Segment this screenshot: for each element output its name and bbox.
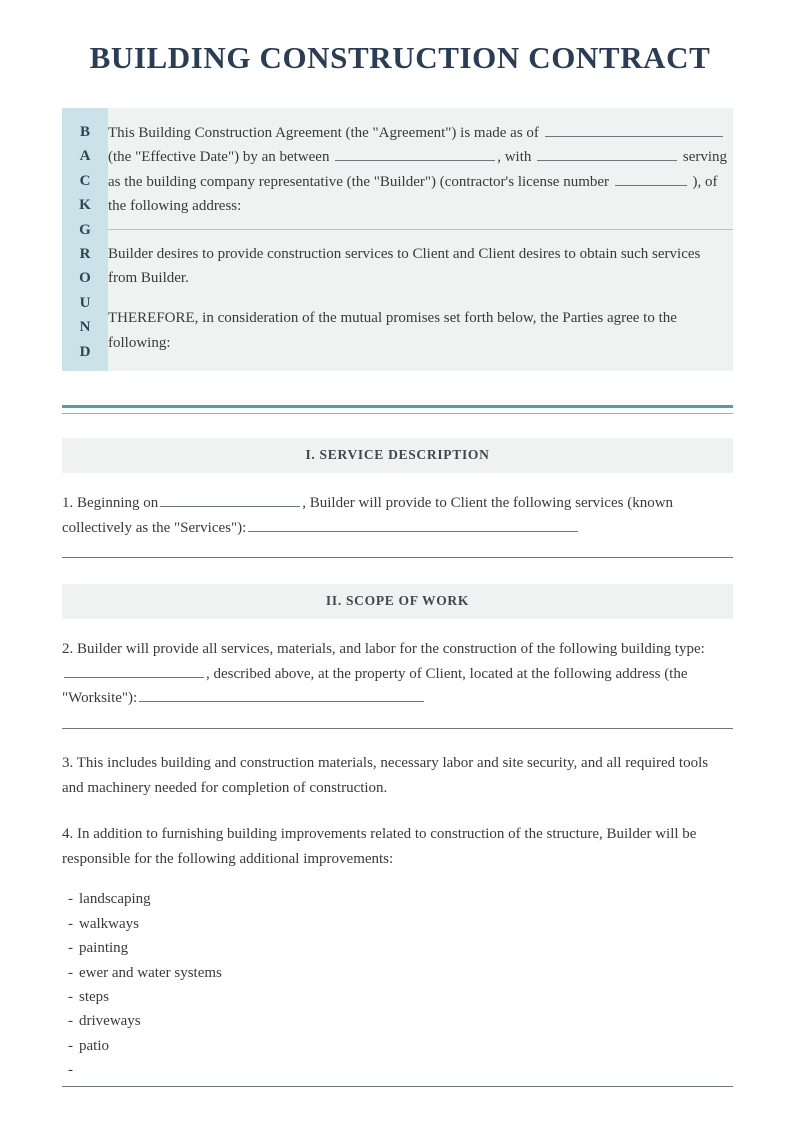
list-item-label: ewer and water systems [79,964,222,981]
bg-p1-seg4: with [504,149,532,166]
background-label-letter: O [79,270,91,287]
services-description-blank[interactable] [248,517,579,532]
bg-p1-seg2: (the "Effective Date") by an between [108,149,330,166]
list-dash-icon: - [68,964,73,981]
start-date-blank[interactable] [160,492,301,507]
list-item-label: painting [79,940,129,957]
list-item-label: driveways [79,1013,141,1030]
list-item: - steps [62,985,733,1009]
list-item-empty: - [62,1058,733,1082]
bg-p1-seg6: "Builder") (contractor's license number [373,173,610,190]
improvements-list: - landscaping - walkways - painting - ewer a… [62,887,733,1082]
representative-name-blank[interactable] [537,146,678,162]
clause-4: 4. In addition to furnishing building im… [62,826,697,867]
list-item-label: steps [79,988,109,1005]
background-label-letter: N [79,319,91,336]
list-dash-icon: - [68,891,73,908]
page-title: BUILDING CONSTRUCTION CONTRACT [89,40,711,75]
background-label-letter: C [79,172,91,189]
teal-divider [62,405,733,419]
list-dash-icon: - [68,988,73,1005]
background-label-letter: B [79,124,90,140]
list-item-label: landscaping [79,891,151,908]
list-item: - walkways [62,912,733,936]
clause-2-seg1: 2. Builder will provide all services, ma… [62,641,705,658]
background-body: This Building Construction Agreement (th… [108,108,733,371]
clause-3: 3. This includes building and constructi… [62,754,709,796]
section-heading-scope-of-work: II. SCOPE OF WORK [62,584,733,620]
list-dash-icon: - [68,1037,73,1054]
background-label-letter: R [79,246,91,263]
list-item: - painting [62,936,733,960]
teal-divider-thick-line [62,405,733,408]
list-item: - driveways [62,1009,733,1033]
background-paragraph-3: THEREFORE, in consideration of the mutua… [108,310,677,351]
client-name-blank[interactable] [335,146,496,162]
section-heading-service-description: I. SERVICE DESCRIPTION [62,438,733,473]
background-paragraph-2: Builder desires to provide construction … [108,245,701,287]
list-dash-icon: - [68,1013,73,1030]
list-item-label: walkways [79,915,139,932]
contract-body: I. SERVICE DESCRIPTION 1. Beginning on, … [62,438,733,1087]
teal-divider-thin-line [62,413,733,414]
worksite-address-blank[interactable] [139,687,425,703]
clause-1: 1. Beginning on, Builder will provide to… [62,491,733,540]
license-number-blank[interactable] [614,171,687,186]
background-label-letter: K [79,197,91,214]
effective-date-blank[interactable] [544,122,723,137]
bg-p1-seg1: This Building Construction Agreement (th… [108,125,539,141]
building-type-blank[interactable] [64,663,204,678]
background-label-letter: G [79,221,91,238]
list-dash-icon: - [68,1062,73,1079]
background-label-sidebar: B A C K G R O U N D [62,108,108,372]
list-item: - patio [62,1034,733,1058]
list-item: - landscaping [62,887,733,911]
list-dash-icon: - [68,940,73,957]
background-label-letter: U [79,294,91,311]
list-item-label: patio [79,1037,109,1054]
clause-1-seg1: 1. Beginning on [62,495,159,511]
bg-p1-seg3: , [497,149,501,166]
background-label-letter: D [79,343,91,360]
additional-improvement-fill-line[interactable] [62,1085,733,1087]
background-block: B A C K G R O U N D This Building Constr… [62,108,733,372]
list-item: - ewer and water systems [62,961,733,985]
background-address-fill-line[interactable] [108,228,733,230]
background-paragraph-1: This Building Construction Agreement (th… [108,121,733,219]
contract-page: BUILDING CONSTRUCTION CONTRACT B A C K G… [0,0,800,1132]
clause-2: 2. Builder will provide all services, ma… [62,637,733,711]
list-dash-icon: - [68,915,73,932]
background-label-letter: A [79,148,91,165]
